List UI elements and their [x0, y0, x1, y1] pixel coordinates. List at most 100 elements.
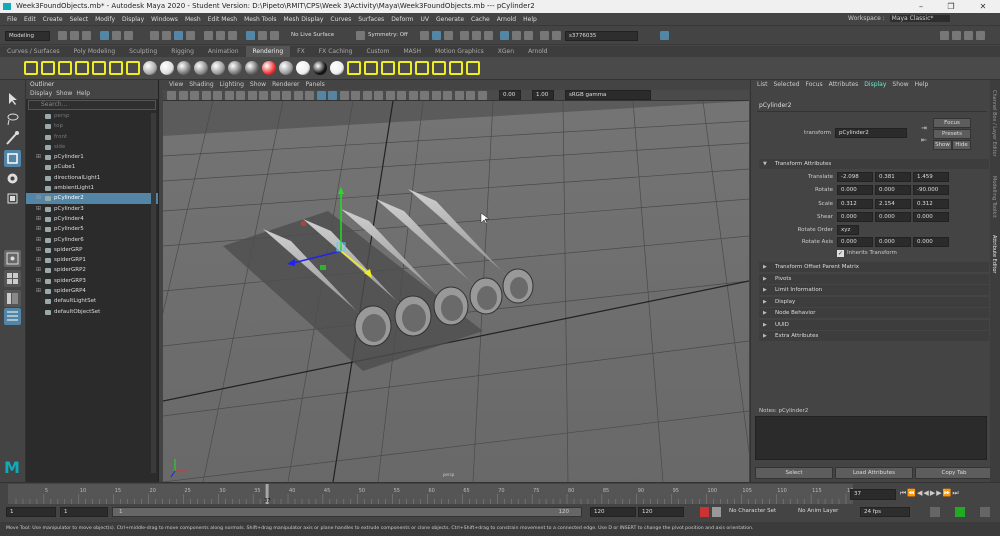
status-tool-icon[interactable] [432, 31, 441, 40]
menu-surfaces[interactable]: Surfaces [358, 16, 384, 23]
render-setup-icon[interactable] [466, 61, 480, 75]
expand-toggle-icon[interactable]: ⊞ [36, 255, 41, 265]
menu-file[interactable]: File [7, 16, 17, 23]
expand-toggle-icon[interactable]: ⊞ [36, 245, 41, 255]
minimize-button[interactable]: – [910, 0, 932, 13]
expand-toggle-icon[interactable]: ⊞ [36, 193, 41, 203]
single-pane-layout-icon[interactable] [4, 250, 21, 267]
fps-dropdown[interactable]: 24 fps [860, 507, 910, 517]
viewport-toolbar-icon[interactable] [351, 91, 360, 100]
playback-start-field[interactable]: 1 [60, 507, 108, 517]
status-tool-icon[interactable] [150, 31, 159, 40]
outliner-item-ambientlight1[interactable]: ambientLight1 [26, 183, 158, 193]
status-tool-icon[interactable] [174, 31, 183, 40]
shelf-tab-rigging[interactable]: Rigging [164, 46, 201, 57]
status-tool-icon[interactable] [258, 31, 267, 40]
render-sphere-icon[interactable] [143, 61, 157, 75]
outliner-item-persp[interactable]: persp [26, 111, 158, 121]
blinn-icon[interactable] [177, 61, 191, 75]
checker-icon[interactable] [279, 61, 293, 75]
outliner-item-spidergrp4[interactable]: ⊞ spiderGRP4 [26, 286, 158, 296]
viewport-toolbar-icon[interactable] [316, 91, 326, 100]
status-tool-icon[interactable] [204, 31, 213, 40]
rotate-x-field[interactable]: 0.000 [837, 185, 873, 195]
viewport-toolbar-icon[interactable] [178, 91, 188, 100]
status-tool-icon[interactable] [82, 31, 91, 40]
point-light-icon[interactable] [58, 61, 72, 75]
ramp-shader-icon[interactable] [262, 61, 276, 75]
rotate-z-field[interactable]: -90.000 [913, 185, 949, 195]
menu-select[interactable]: Select [70, 16, 89, 23]
workspace-selector[interactable]: Workspace : Maya Classic* [848, 15, 950, 22]
menu-create[interactable]: Create [43, 16, 63, 23]
node-tab[interactable]: pCylinder2 [759, 102, 791, 109]
expand-toggle-icon[interactable]: ⊞ [36, 224, 41, 234]
rotate-tool-icon[interactable] [4, 170, 21, 187]
attribute-editor-tab[interactable]: Attribute Editor [991, 235, 997, 273]
status-tool-icon[interactable] [964, 31, 973, 40]
gamma-field[interactable]: 1.00 [532, 90, 554, 100]
menu-mesh-display[interactable]: Mesh Display [284, 16, 324, 23]
menu-arnold[interactable]: Arnold [497, 16, 516, 23]
spot-light-icon[interactable] [75, 61, 89, 75]
attr-section-uuid[interactable]: UUID [759, 319, 989, 330]
expand-toggle-icon[interactable]: ⊞ [36, 235, 41, 245]
outliner-layout-icon[interactable] [4, 290, 21, 307]
copy-tab-button[interactable]: Copy Tab [915, 467, 993, 479]
attr-section-pivots[interactable]: Pivots [759, 273, 989, 284]
rotate-order-dropdown[interactable]: xyz [837, 225, 859, 235]
status-tool-icon[interactable] [484, 31, 493, 40]
shelf-tab-fx-caching[interactable]: FX Caching [312, 46, 360, 57]
transform-attributes-section[interactable]: Transform Attributes [759, 159, 989, 169]
viewport-toolbar-icon[interactable] [397, 91, 406, 100]
scale-x-field[interactable]: 0.312 [837, 199, 873, 209]
loop-toggle-icon[interactable] [955, 507, 965, 517]
scale-tool-icon[interactable] [4, 190, 21, 207]
status-tool-icon[interactable] [940, 31, 949, 40]
menu-generate[interactable]: Generate [436, 16, 464, 23]
viewport-menu-renderer[interactable]: Renderer [272, 81, 299, 88]
viewport-toolbar-icon[interactable] [201, 91, 211, 100]
viewport-toolbar-icon[interactable] [328, 91, 337, 100]
status-tool-icon[interactable] [216, 31, 225, 40]
outliner-menu-display[interactable]: Display [30, 90, 52, 97]
anisotropic-icon[interactable] [211, 61, 225, 75]
status-tool-icon[interactable] [976, 31, 985, 40]
viewport-toolbar-icon[interactable] [385, 91, 395, 100]
status-tool-icon[interactable] [524, 31, 533, 40]
white-material-icon[interactable] [296, 61, 310, 75]
outliner-item-pcylinder5[interactable]: ⊞ pCylinder5 [26, 224, 158, 234]
outliner-scrollbar[interactable] [151, 113, 156, 473]
menu-mesh[interactable]: Mesh [185, 16, 201, 23]
shelf-tab-xgen[interactable]: XGen [491, 46, 521, 57]
attr-section-limit-information[interactable]: Limit Information [759, 285, 989, 295]
viewport-menu-shading[interactable]: Shading [189, 81, 213, 88]
expand-toggle-icon[interactable]: ⊞ [36, 276, 41, 286]
viewport-menu-view[interactable]: View [169, 81, 183, 88]
status-tool-icon[interactable] [186, 31, 195, 40]
menu-edit[interactable]: Edit [24, 16, 36, 23]
viewport-toolbar-icon[interactable] [362, 91, 372, 100]
channel-box-tab[interactable]: Channel Box / Layer Editor [991, 90, 997, 157]
status-tool-icon[interactable] [356, 31, 365, 40]
translate-x-field[interactable]: -2.098 [837, 172, 873, 182]
viewport-toolbar-icon[interactable] [282, 91, 291, 100]
attr-tab-selected[interactable]: Selected [774, 81, 800, 88]
status-tool-icon[interactable] [460, 31, 469, 40]
current-frame-field[interactable]: 37 [850, 489, 896, 500]
shelf-tab-rendering[interactable]: Rendering [245, 46, 291, 57]
rotate-axis-z-field[interactable]: 0.000 [913, 237, 949, 247]
outliner-item-spidergrp1[interactable]: ⊞ spiderGRP1 [26, 255, 158, 265]
menu-windows[interactable]: Windows [151, 16, 178, 23]
light-editor-icon[interactable] [449, 61, 463, 75]
four-pane-layout-icon[interactable] [4, 270, 21, 287]
close-button[interactable]: ✕ [972, 0, 994, 13]
outliner-item-pcylinder3[interactable]: ⊞ pCylinder3 [26, 204, 158, 214]
shelf-tab-motion-graphics[interactable]: Motion Graphics [428, 46, 491, 57]
colorspace-dropdown[interactable]: sRGB gamma [565, 90, 651, 100]
notes-textarea[interactable] [755, 416, 987, 460]
select-tool-icon[interactable] [4, 90, 21, 107]
expand-toggle-icon[interactable]: ⊞ [36, 286, 41, 296]
range-bar[interactable]: 1 120 [112, 507, 582, 517]
attr-tab-list[interactable]: List [757, 81, 768, 88]
